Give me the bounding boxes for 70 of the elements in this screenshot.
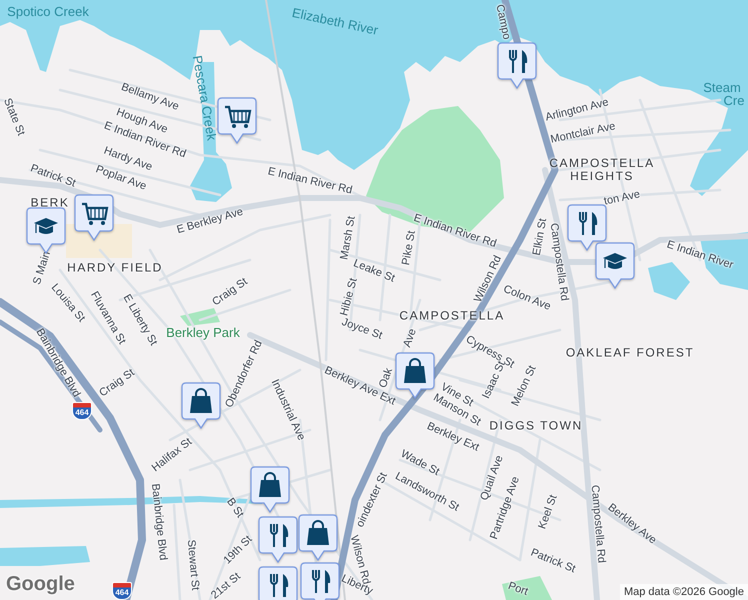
street-label: Quail Ave xyxy=(478,454,506,502)
street-label: Stewart St xyxy=(184,539,202,591)
shopping-bag-icon xyxy=(404,358,426,383)
street-label: Elkin St xyxy=(530,218,550,256)
map-pin[interactable] xyxy=(217,97,257,145)
shopping-bag-icon xyxy=(259,472,281,497)
water-label: Cre xyxy=(724,94,744,108)
street-label: State St xyxy=(1,96,27,138)
logo-text: Google xyxy=(6,573,75,596)
neighborhood-label: DIGGS TOWN xyxy=(489,419,583,433)
shopping-bag-icon xyxy=(190,388,212,413)
street-label: Pike St xyxy=(400,230,418,266)
street-label: E Indian River Rd xyxy=(266,165,354,197)
route-shield: 464 xyxy=(72,402,92,420)
pond-water xyxy=(648,262,690,300)
neighborhood-label: CAMPOSTELLA HEIGHTS xyxy=(548,156,656,184)
map-background[interactable] xyxy=(0,0,748,600)
street-label: Port xyxy=(506,580,530,598)
map-pin[interactable] xyxy=(250,466,290,514)
street-label: Keel St xyxy=(536,493,560,531)
map-pin[interactable] xyxy=(181,382,221,430)
map-attribution: Map data ©2026 Google xyxy=(620,584,748,600)
route-shield: 464 xyxy=(112,582,132,600)
map-pin[interactable] xyxy=(298,514,338,562)
fork-knife-icon xyxy=(270,523,288,548)
map-pin[interactable] xyxy=(258,566,298,600)
street-label: 19th St xyxy=(221,533,255,567)
park-label: Berkley Park xyxy=(166,326,240,340)
street-label: Campostella Rd xyxy=(588,484,608,564)
street-label: Patrick St xyxy=(28,162,78,190)
park-area xyxy=(180,308,220,326)
map-pin[interactable] xyxy=(595,242,635,290)
street-label: Bainbridge Blvd xyxy=(148,483,170,561)
fork-knife-icon xyxy=(509,49,528,74)
water-label: Pescara Creek xyxy=(190,54,218,142)
map-pin[interactable] xyxy=(74,194,114,242)
graduation-cap-icon xyxy=(603,253,627,269)
neighborhood-label: HARDY FIELD xyxy=(67,261,163,275)
water-label: Spotico Creek xyxy=(7,4,89,20)
street-label: Craig St xyxy=(97,366,137,400)
shopping-bag-icon xyxy=(307,520,329,545)
water-label: Steam xyxy=(703,80,741,96)
street-label: S Main xyxy=(30,250,53,286)
street-label: ton Ave xyxy=(602,188,642,208)
street-label: Joyce St xyxy=(340,316,384,342)
water-label: Elizabeth River xyxy=(290,6,380,38)
street-label: E Berkley Ave xyxy=(176,206,244,236)
park-area xyxy=(502,576,552,600)
street-label: B St xyxy=(224,496,246,520)
shopping-cart-icon xyxy=(82,202,108,225)
fork-knife-icon xyxy=(579,211,598,236)
fork-knife-icon xyxy=(312,569,330,594)
map-pin[interactable] xyxy=(395,352,435,400)
map-pin[interactable] xyxy=(258,516,298,564)
street-label: Marsh St xyxy=(338,215,358,261)
map-pin[interactable] xyxy=(567,204,607,252)
neighborhood-label: BERK xyxy=(30,196,70,210)
fork-knife-icon xyxy=(270,573,288,598)
street-label: 21st St xyxy=(209,570,243,600)
map-pin[interactable] xyxy=(497,42,537,90)
street-label: Oak xyxy=(376,366,396,390)
street-label: Ave xyxy=(401,327,419,349)
shopping-cart-icon xyxy=(225,106,252,128)
map-pin[interactable] xyxy=(300,562,340,600)
street-label: Craig St xyxy=(210,276,250,308)
neighborhood-label: OAKLEAF FOREST xyxy=(566,346,694,360)
street-label: Hibie St xyxy=(338,276,360,318)
street-label: Campo xyxy=(493,3,513,41)
graduation-cap-icon xyxy=(34,218,58,234)
street-label: E Indian River xyxy=(665,238,735,272)
